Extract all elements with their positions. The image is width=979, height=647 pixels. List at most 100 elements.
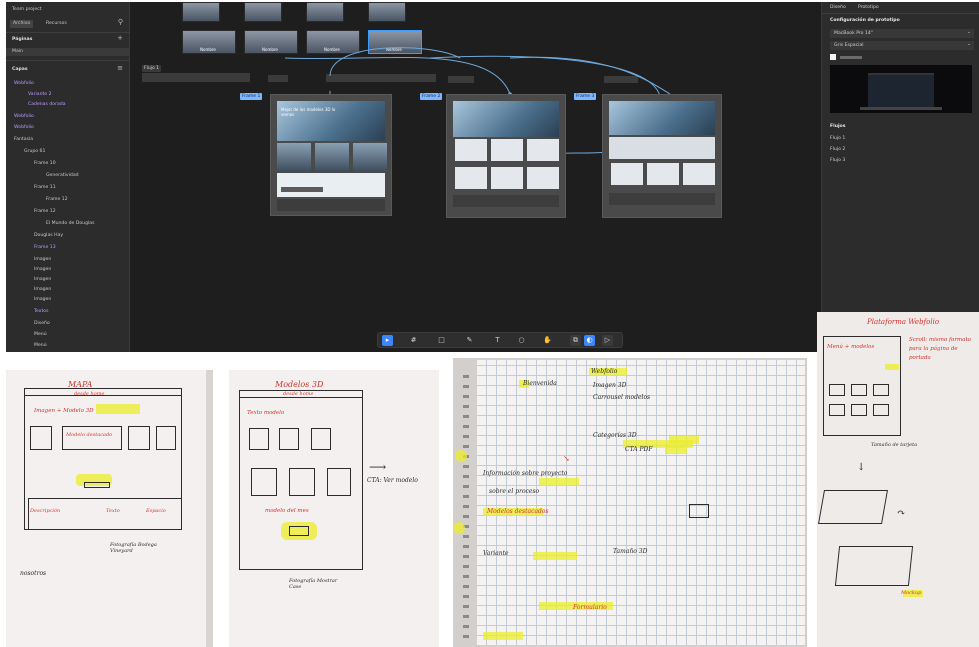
dev-mode-icon[interactable]: ◐ xyxy=(584,335,595,346)
layer-item[interactable]: Webfolio xyxy=(14,124,34,132)
wireframe-card xyxy=(249,428,269,450)
move-icon[interactable]: ▸ xyxy=(382,335,393,346)
hand-icon[interactable]: ✋ xyxy=(542,335,553,346)
layer-item[interactable]: Menú xyxy=(34,331,47,339)
layer-item[interactable]: Grupo 61 xyxy=(24,148,45,156)
layer-item[interactable]: Fantasía xyxy=(14,136,33,144)
model-card[interactable] xyxy=(611,163,643,185)
model-card[interactable] xyxy=(527,139,559,161)
divider xyxy=(6,60,130,61)
sketch-title: Modelos 3D xyxy=(275,380,324,389)
layer-item[interactable]: Webfolio xyxy=(14,113,34,121)
layer-item[interactable]: El Mundo de Douglas xyxy=(46,220,94,228)
layer-item[interactable]: Frame 12 xyxy=(46,196,68,204)
tools-toolbar: ▸ # □ ✎ T ○ ✋ ⧉ ◐ ▷ xyxy=(377,332,623,348)
hero-image xyxy=(609,101,715,135)
design-canvas[interactable]: Nombre Nombre Nombre Nombre Flujo 1 Fram… xyxy=(130,2,821,352)
layer-item[interactable]: Imagen xyxy=(34,256,51,264)
frame-models[interactable] xyxy=(446,94,566,218)
component-icon[interactable]: ⧉ xyxy=(570,335,581,346)
chevron-down-icon: ⌄ xyxy=(967,42,971,47)
tab-files[interactable]: Archivo xyxy=(10,20,34,28)
image-card[interactable] xyxy=(353,143,387,171)
arrow-down-icon: ↓ xyxy=(857,462,866,473)
pen-icon[interactable]: ✎ xyxy=(464,335,475,346)
layer-item[interactable]: Diseño xyxy=(34,320,50,328)
grid-paper xyxy=(477,360,805,645)
play-icon[interactable]: ▷ xyxy=(602,335,613,346)
wireframe-button xyxy=(84,482,110,488)
sketch-note: Menú + modelos xyxy=(827,344,875,350)
background-swatch[interactable] xyxy=(830,54,836,60)
model-card[interactable] xyxy=(455,139,487,161)
frame-footer xyxy=(453,195,559,207)
sketch-note: Texto modelo xyxy=(247,410,285,416)
sketch-margin-note: nosotros xyxy=(20,570,47,577)
screenshot-root: Team project Archivo Recursos ⚲ Páginas … xyxy=(0,0,979,647)
rectangle-icon[interactable]: □ xyxy=(436,335,447,346)
wireframe-hero xyxy=(62,426,122,450)
frame-icon[interactable]: # xyxy=(408,335,419,346)
device-select[interactable]: MacBook Pro 14" ⌄ xyxy=(830,29,974,38)
notebook-line: Formulario xyxy=(573,604,607,611)
arrow-icon: ↘ xyxy=(563,454,570,463)
model-card[interactable] xyxy=(683,163,715,185)
sketch-note: Imagen + Modelo 3D xyxy=(34,408,94,414)
cta-button[interactable] xyxy=(281,187,323,192)
layer-item[interactable]: Variante 2 xyxy=(28,91,52,99)
sketch-bottom-note: Mockup xyxy=(901,590,922,596)
image-card[interactable] xyxy=(277,143,311,171)
model-card[interactable] xyxy=(527,167,559,189)
layers-menu-icon[interactable]: ≡ xyxy=(117,64,123,72)
tab-assets[interactable]: Recursos xyxy=(46,20,67,28)
layer-item[interactable]: Menú xyxy=(34,342,47,350)
laptop-base xyxy=(860,107,942,110)
layer-item[interactable]: Imagen xyxy=(34,296,51,304)
layer-item[interactable]: Imagen xyxy=(34,286,51,294)
layer-item[interactable]: Cadenas dorada xyxy=(28,101,66,109)
layer-item[interactable]: Textos xyxy=(34,308,49,316)
sketch-caption: Fotografía Mostrar Case xyxy=(289,578,338,590)
layer-item[interactable]: Webfolio xyxy=(14,80,34,88)
flow-item[interactable]: Flujo 1 xyxy=(830,136,845,141)
highlight-mark xyxy=(96,404,140,414)
layer-item[interactable]: Frame 13 xyxy=(34,244,56,252)
layer-item[interactable]: Imagen xyxy=(34,276,51,284)
layer-item[interactable]: Imagen xyxy=(34,266,51,274)
comment-icon[interactable]: ○ xyxy=(516,335,527,346)
image-card[interactable] xyxy=(315,143,349,171)
model-card[interactable] xyxy=(455,167,487,189)
wireframe-card xyxy=(156,426,176,450)
text-icon[interactable]: T xyxy=(492,335,503,346)
layer-item[interactable]: Frame 11 xyxy=(34,184,56,192)
wireframe-card xyxy=(851,404,867,416)
model-card[interactable] xyxy=(491,167,523,189)
wireframe-card xyxy=(128,426,150,450)
layer-item[interactable]: Frame 12 xyxy=(34,208,56,216)
tab-prototype[interactable]: Prototipo xyxy=(858,5,879,10)
layer-item[interactable]: Frame 10 xyxy=(34,160,56,168)
frame-label[interactable]: Frame 1 xyxy=(240,93,263,100)
layer-item[interactable]: Generatividad xyxy=(46,172,79,180)
frame-label[interactable]: Frame 3 xyxy=(574,93,597,100)
color-value: Gris Espacial xyxy=(834,43,864,48)
project-title: Team project xyxy=(12,7,42,12)
flow-item[interactable]: Flujo 2 xyxy=(830,147,845,152)
sketch-caption: Tamaño de tarjeta xyxy=(871,442,918,448)
search-icon[interactable]: ⚲ xyxy=(118,18,123,26)
add-page-icon[interactable]: + xyxy=(117,34,123,42)
background-value[interactable] xyxy=(840,56,862,59)
frame-footer xyxy=(277,199,385,211)
frame-detail[interactable] xyxy=(602,94,722,218)
layer-item[interactable]: Douglas Hay xyxy=(34,232,63,240)
wireframe-footer xyxy=(28,498,182,530)
frame-label[interactable]: Frame 2 xyxy=(420,93,443,100)
page-item-main[interactable]: Main xyxy=(6,48,130,56)
notebook-line: Bienvenida xyxy=(523,380,557,387)
model-card[interactable] xyxy=(491,139,523,161)
color-select[interactable]: Gris Espacial ⌄ xyxy=(830,41,974,50)
model-card[interactable] xyxy=(647,163,679,185)
tab-design[interactable]: Diseño xyxy=(830,5,846,10)
flow-item[interactable]: Flujo 3 xyxy=(830,158,845,163)
frame-home[interactable]: Mejor de los modelos 3D lo vemos xyxy=(270,94,392,216)
